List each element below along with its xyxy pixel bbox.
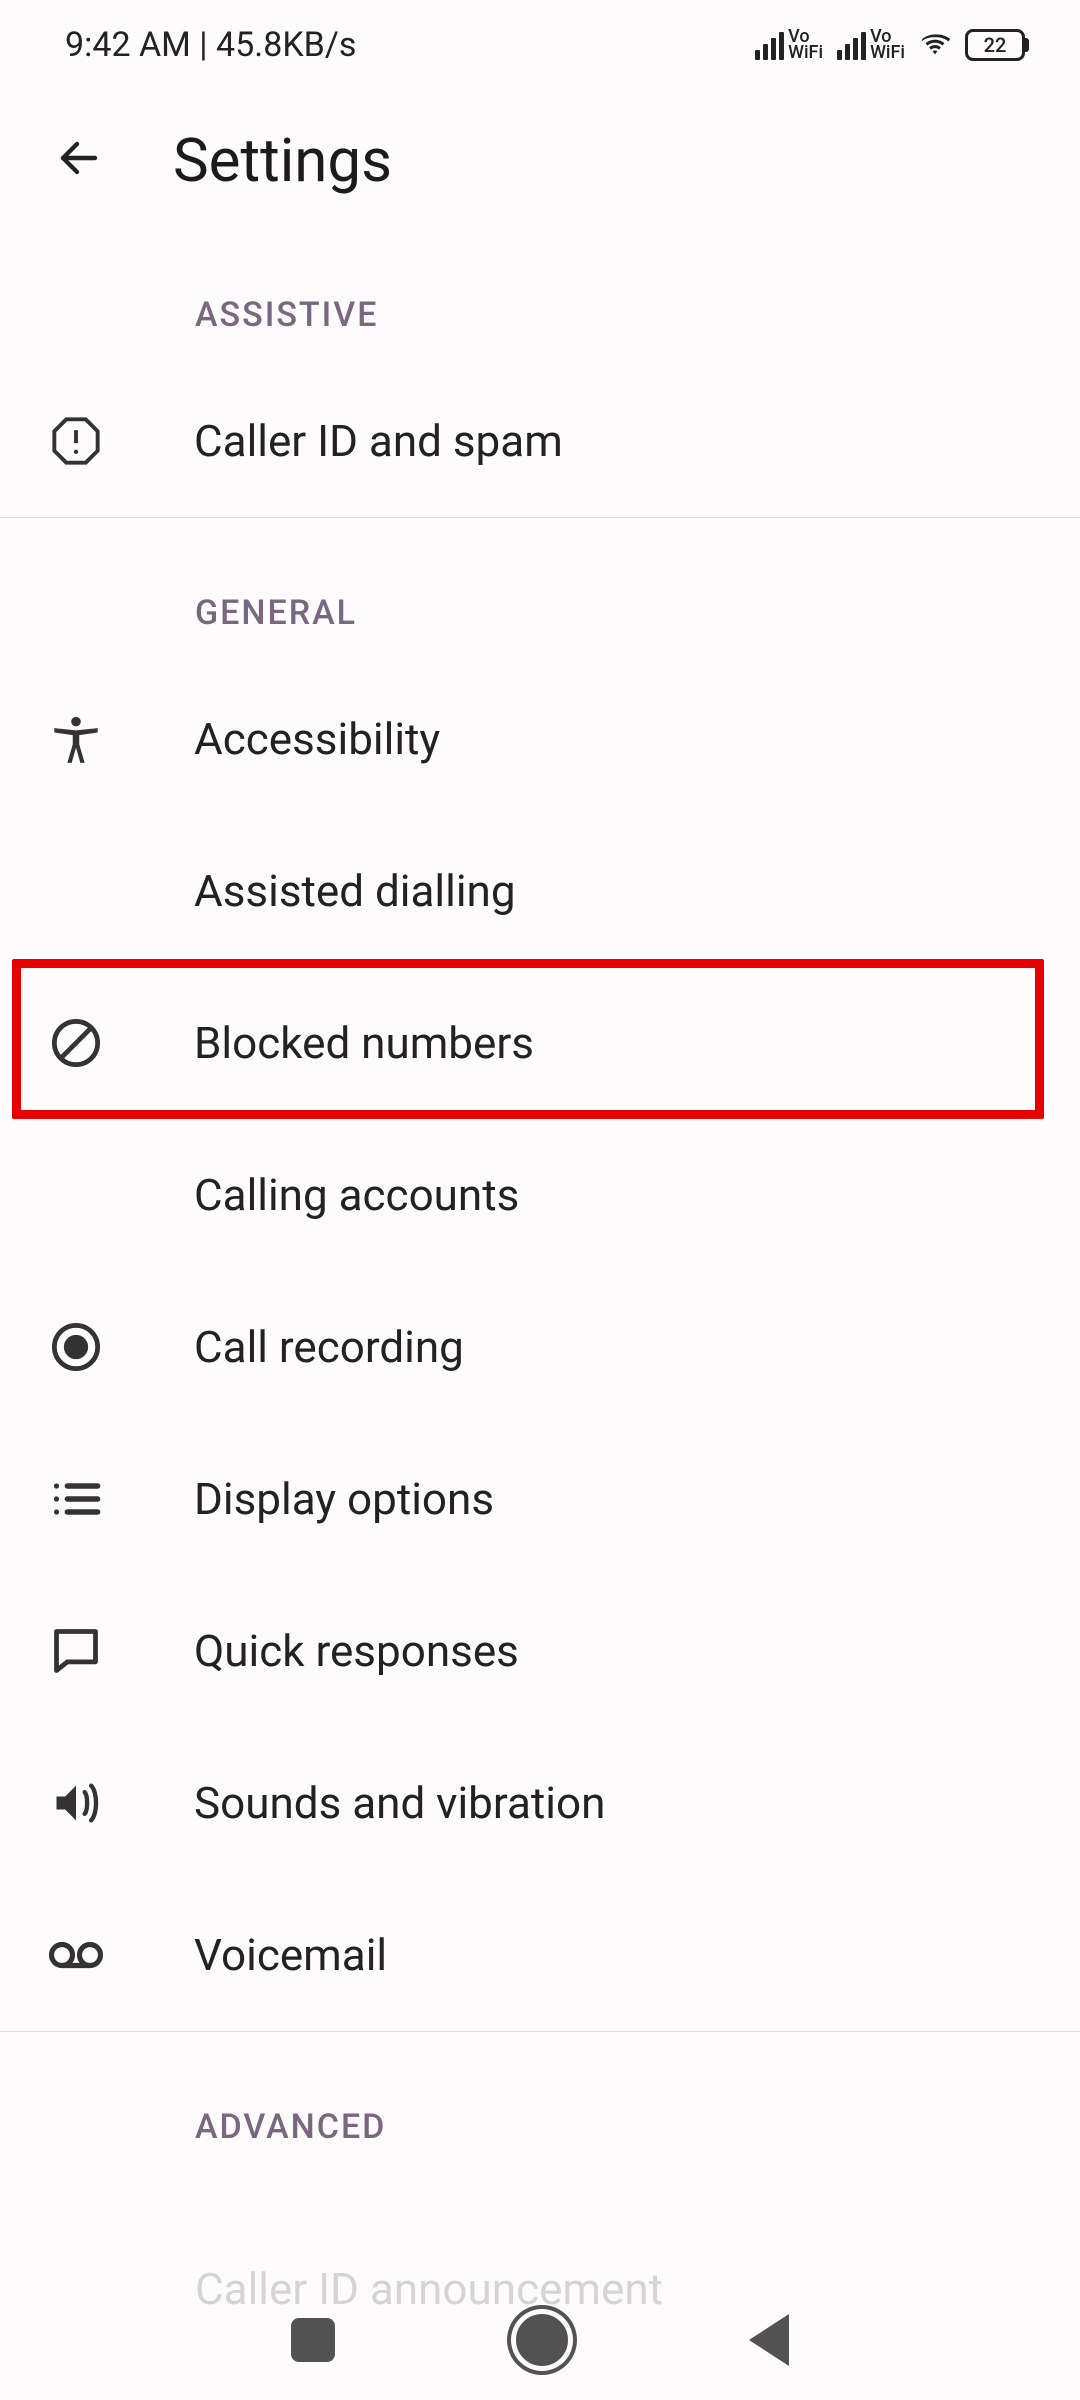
row-label: Blocked numbers bbox=[194, 1017, 534, 1069]
vowifi-label: Vo WiFi bbox=[788, 29, 823, 61]
row-label: Accessibility bbox=[194, 713, 440, 765]
nav-back-button[interactable] bbox=[749, 2314, 789, 2366]
row-label: Quick responses bbox=[194, 1625, 519, 1677]
row-label: Display options bbox=[194, 1473, 494, 1525]
record-icon bbox=[48, 1319, 104, 1375]
row-accessibility[interactable]: Accessibility bbox=[0, 663, 1080, 815]
spam-alert-icon bbox=[48, 413, 104, 469]
row-calling-accounts[interactable]: Calling accounts bbox=[0, 1119, 1080, 1271]
section-header-general: GENERAL bbox=[0, 518, 1080, 663]
app-bar: Settings bbox=[0, 90, 1080, 230]
back-button[interactable] bbox=[45, 124, 113, 196]
signal-sim1: Vo WiFi bbox=[755, 29, 823, 61]
row-quick-responses[interactable]: Quick responses bbox=[0, 1575, 1080, 1727]
volume-icon bbox=[48, 1775, 104, 1831]
signal-sim2: Vo WiFi bbox=[837, 29, 905, 61]
row-assisted-dialling[interactable]: Assisted dialling bbox=[0, 815, 1080, 967]
navigation-bar bbox=[0, 2280, 1080, 2400]
row-label: Voicemail bbox=[194, 1929, 387, 1981]
arrow-back-icon bbox=[55, 134, 103, 182]
page-title: Settings bbox=[173, 125, 392, 196]
accessibility-icon bbox=[48, 711, 104, 767]
section-header-advanced: ADVANCED bbox=[0, 2032, 1080, 2177]
row-call-recording[interactable]: Call recording bbox=[0, 1271, 1080, 1423]
row-blocked-numbers[interactable]: Blocked numbers bbox=[0, 967, 1080, 1119]
wifi-icon bbox=[919, 31, 951, 59]
battery-icon: 22 bbox=[965, 29, 1025, 61]
list-icon bbox=[48, 1471, 104, 1527]
row-label: Assisted dialling bbox=[194, 865, 516, 917]
row-label: Caller ID and spam bbox=[194, 415, 563, 467]
status-icons: Vo WiFi Vo WiFi 22 bbox=[755, 29, 1025, 61]
signal-bars-icon bbox=[755, 30, 784, 60]
vowifi-label: Vo WiFi bbox=[870, 29, 905, 61]
nav-home-button[interactable] bbox=[516, 2314, 568, 2366]
status-bar: 9:42 AM | 45.8KB/s Vo WiFi Vo WiFi 22 bbox=[0, 0, 1080, 90]
row-display-options[interactable]: Display options bbox=[0, 1423, 1080, 1575]
row-label: Calling accounts bbox=[194, 1169, 519, 1221]
signal-bars-icon bbox=[837, 30, 866, 60]
row-sounds-vibration[interactable]: Sounds and vibration bbox=[0, 1727, 1080, 1879]
section-header-assistive: ASSISTIVE bbox=[0, 230, 1080, 365]
block-icon bbox=[48, 1015, 104, 1071]
row-voicemail[interactable]: Voicemail bbox=[0, 1879, 1080, 2031]
nav-recent-button[interactable] bbox=[291, 2318, 335, 2362]
status-time-network: 9:42 AM | 45.8KB/s bbox=[65, 25, 356, 65]
row-label: Call recording bbox=[194, 1321, 464, 1373]
row-label: Sounds and vibration bbox=[194, 1777, 605, 1829]
row-caller-id-spam[interactable]: Caller ID and spam bbox=[0, 365, 1080, 517]
chat-icon bbox=[48, 1623, 104, 1679]
voicemail-icon bbox=[48, 1927, 104, 1983]
battery-percent: 22 bbox=[984, 33, 1007, 57]
